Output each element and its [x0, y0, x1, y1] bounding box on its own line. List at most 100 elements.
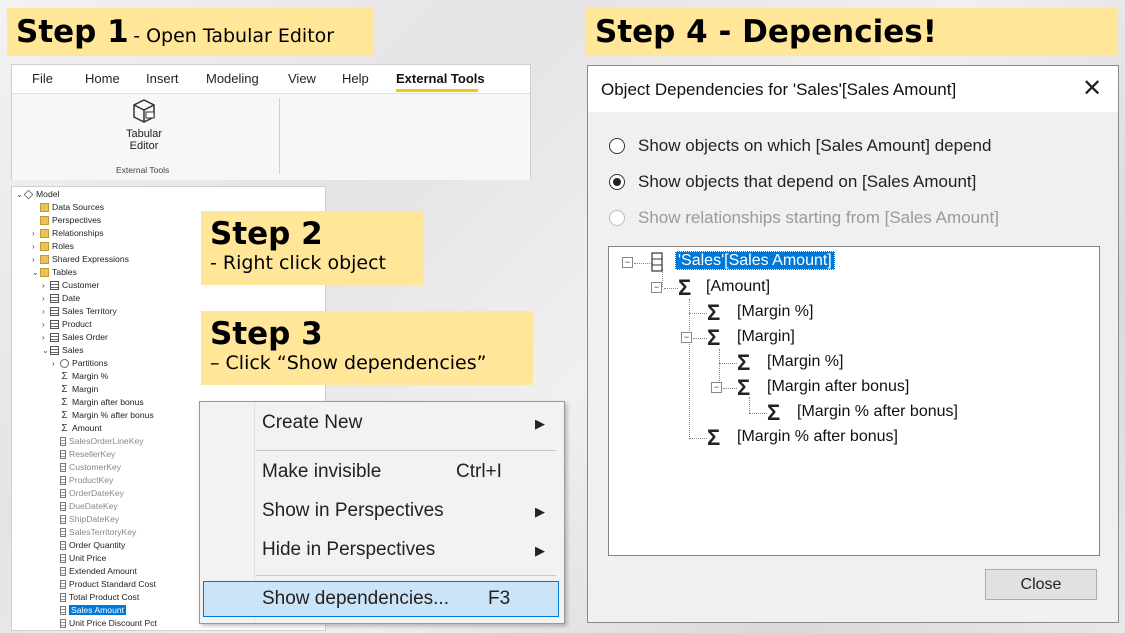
- step3-subtitle: – Click “Show dependencies”: [210, 352, 487, 374]
- tree-item[interactable]: › Relationships: [32, 227, 104, 240]
- tree-connector: [723, 388, 737, 389]
- tree-item[interactable]: CustomerKey: [60, 461, 121, 474]
- tab-modeling[interactable]: Modeling: [206, 71, 259, 86]
- sigma-icon: Σ: [707, 300, 721, 325]
- tree-item[interactable]: Product Standard Cost: [60, 578, 156, 591]
- column-icon: [60, 541, 66, 551]
- tab-help[interactable]: Help: [342, 71, 369, 86]
- tree-item[interactable]: › Date: [42, 292, 80, 305]
- chevron-right-icon[interactable]: ›: [42, 331, 50, 344]
- tree-connector: [693, 338, 707, 339]
- chevron-down-icon[interactable]: ⌄: [32, 266, 40, 279]
- tab-home[interactable]: Home: [85, 71, 120, 86]
- tree-item[interactable]: ShipDateKey: [60, 513, 119, 526]
- chevron-right-icon[interactable]: ›: [42, 305, 50, 318]
- tree-item[interactable]: ProductKey: [60, 474, 113, 487]
- collapse-toggle-icon[interactable]: −: [711, 382, 722, 393]
- sigma-icon: Σ: [61, 410, 68, 422]
- tree-item[interactable]: › Customer: [42, 279, 99, 292]
- tree-item[interactable]: › Shared Expressions: [32, 253, 129, 266]
- radio-option-1[interactable]: [609, 138, 625, 154]
- radio-option-2-label[interactable]: Show objects that depend on [Sales Amoun…: [638, 172, 976, 192]
- column-icon: [60, 476, 66, 486]
- menu-item-label: Show dependencies...: [262, 588, 449, 609]
- close-button[interactable]: Close: [985, 569, 1097, 600]
- tree-item[interactable]: › Partitions: [52, 357, 108, 370]
- tree-item[interactable]: › Sales Order: [42, 331, 108, 344]
- dependency-node[interactable]: [Margin %]: [767, 353, 843, 371]
- chevron-right-icon[interactable]: ›: [32, 227, 40, 240]
- dependency-node[interactable]: [Amount]: [706, 278, 770, 296]
- radio-option-3: [609, 210, 625, 226]
- sigma-icon: Σ: [737, 350, 751, 375]
- table-icon: [50, 281, 59, 291]
- tree-item[interactable]: Σ Amount: [60, 422, 101, 435]
- step1-subtitle: - Open Tabular Editor: [133, 25, 335, 47]
- dependency-node[interactable]: [Margin]: [737, 328, 795, 346]
- chevron-right-icon[interactable]: ›: [32, 253, 40, 266]
- collapse-toggle-icon[interactable]: −: [681, 332, 692, 343]
- step4-label: Step 4 - Depencies!: [586, 8, 1118, 56]
- sigma-icon: Σ: [737, 375, 751, 400]
- submenu-arrow-icon: ▶: [535, 543, 545, 558]
- chevron-right-icon[interactable]: ›: [52, 357, 60, 370]
- tab-view[interactable]: View: [288, 71, 316, 86]
- tree-item[interactable]: ⌄ Sales: [42, 344, 84, 357]
- tree-item[interactable]: › Sales Territory: [42, 305, 117, 318]
- close-icon[interactable]: ✕: [1082, 74, 1102, 103]
- tree-item[interactable]: Σ Margin %: [60, 370, 108, 383]
- context-menu: Create New ▶ Make invisible Ctrl+I Show …: [199, 401, 565, 624]
- partitions-icon: [60, 359, 69, 369]
- dependency-node[interactable]: [Margin % after bonus]: [737, 428, 898, 446]
- chevron-right-icon[interactable]: ›: [42, 279, 50, 292]
- tab-insert[interactable]: Insert: [146, 71, 179, 86]
- menu-item-label: Show in Perspectives: [262, 500, 444, 521]
- tree-item[interactable]: Unit Price: [60, 552, 106, 565]
- tree-item[interactable]: › Product: [42, 318, 92, 331]
- tree-item[interactable]: Perspectives: [32, 214, 101, 227]
- menu-item-show-dependencies[interactable]: Show dependencies... F3: [203, 581, 559, 617]
- dependency-node-root[interactable]: 'Sales'[Sales Amount]: [675, 251, 835, 270]
- tree-item-model[interactable]: ⌄ Model: [16, 188, 59, 201]
- column-icon: [60, 437, 66, 447]
- chevron-down-icon[interactable]: ⌄: [42, 344, 50, 357]
- tree-item[interactable]: › Roles: [32, 240, 74, 253]
- menu-shortcut: F3: [488, 588, 511, 609]
- tree-item[interactable]: Σ Margin after bonus: [60, 396, 143, 409]
- menu-item-make-invisible[interactable]: Make invisible Ctrl+I: [200, 454, 564, 490]
- tree-item[interactable]: SalesTerritoryKey: [60, 526, 136, 539]
- tree-item[interactable]: OrderDateKey: [60, 487, 124, 500]
- radio-option-2[interactable]: [609, 174, 625, 190]
- chevron-right-icon[interactable]: ›: [42, 318, 50, 331]
- tree-item[interactable]: Total Product Cost: [60, 591, 139, 604]
- tree-item-selected[interactable]: Sales Amount: [60, 604, 127, 617]
- tab-file[interactable]: File: [32, 71, 53, 86]
- table-icon: [50, 346, 59, 356]
- chevron-right-icon[interactable]: ›: [42, 292, 50, 305]
- dependency-node[interactable]: [Margin %]: [737, 303, 813, 321]
- tree-item[interactable]: Σ Margin: [60, 383, 98, 396]
- tree-item[interactable]: Σ Margin % after bonus: [60, 409, 153, 422]
- menu-item-show-in-perspectives[interactable]: Show in Perspectives ▶: [200, 493, 564, 529]
- tree-item[interactable]: ⌄ Tables: [32, 266, 77, 279]
- tree-item[interactable]: Extended Amount: [60, 565, 137, 578]
- collapse-toggle-icon[interactable]: −: [622, 257, 633, 268]
- tree-connector: [689, 313, 707, 314]
- chevron-right-icon[interactable]: ›: [32, 240, 40, 253]
- dependency-node[interactable]: [Margin % after bonus]: [797, 403, 958, 421]
- folder-icon: [40, 255, 49, 265]
- dependency-node[interactable]: [Margin after bonus]: [767, 378, 909, 396]
- collapse-toggle-icon[interactable]: −: [651, 282, 662, 293]
- menu-item-create-new[interactable]: Create New ▶: [200, 402, 564, 444]
- tabular-editor-button[interactable]: Tabular Editor: [116, 98, 172, 158]
- tab-external-tools[interactable]: External Tools: [396, 71, 485, 86]
- tree-item[interactable]: SalesOrderLineKey: [60, 435, 144, 448]
- tree-item[interactable]: Data Sources: [32, 201, 104, 214]
- tree-item[interactable]: ResellerKey: [60, 448, 115, 461]
- menu-item-hide-in-perspectives[interactable]: Hide in Perspectives ▶: [200, 532, 564, 568]
- column-icon: [60, 554, 66, 564]
- radio-option-1-label[interactable]: Show objects on which [Sales Amount] dep…: [638, 136, 991, 156]
- tree-item[interactable]: Unit Price Discount Pct: [60, 617, 157, 630]
- tree-item[interactable]: Order Quantity: [60, 539, 125, 552]
- tree-item[interactable]: DueDateKey: [60, 500, 118, 513]
